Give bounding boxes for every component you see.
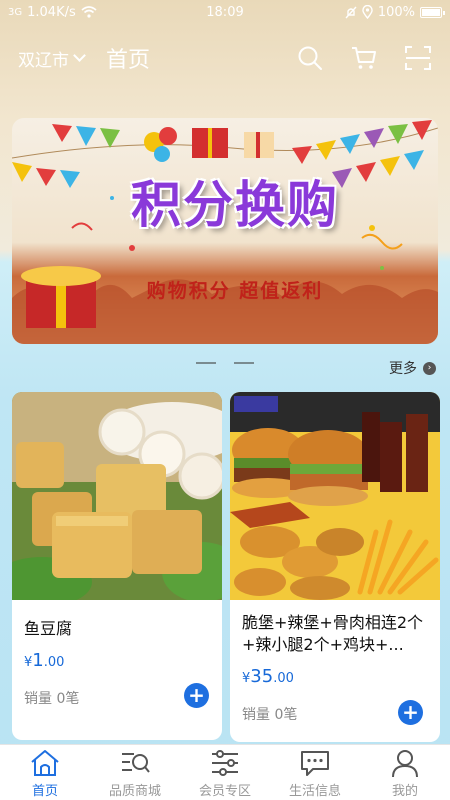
nav-label: 首页 bbox=[31, 783, 58, 799]
nav-label: 品质商城 bbox=[108, 783, 161, 799]
carousel-dot[interactable] bbox=[196, 362, 216, 364]
product-name: 脆堡+辣堡+骨肉相连2个+辣小腿2个+鸡块+... bbox=[242, 613, 423, 654]
tab-member[interactable]: 会员专区 bbox=[180, 747, 270, 799]
network-speed: 1.04K/s bbox=[27, 4, 76, 20]
top-header: 双辽市 首页 bbox=[0, 36, 450, 80]
product-name: 鱼豆腐 bbox=[24, 619, 73, 638]
message-icon bbox=[301, 750, 329, 776]
status-bar: 3G 1.04K/s 18:09 100% bbox=[0, 0, 450, 24]
battery-icon bbox=[420, 6, 445, 18]
location-icon bbox=[362, 5, 373, 19]
nav-label: 生活信息 bbox=[288, 783, 341, 799]
nav-label: 会员专区 bbox=[198, 783, 251, 799]
chevron-right-icon: › bbox=[423, 361, 436, 375]
add-to-cart-button[interactable]: + bbox=[184, 683, 209, 708]
banner-title: 积分换购 bbox=[131, 176, 339, 234]
battery-percent: 100% bbox=[377, 4, 415, 20]
tab-mine[interactable]: 我的 bbox=[360, 747, 450, 799]
bottom-nav: 首页 品质商城 会员专区 生活信息 我的 bbox=[0, 744, 450, 800]
more-link[interactable]: 更多 › bbox=[389, 358, 436, 378]
mute-icon bbox=[345, 6, 357, 18]
signal-icon: 3G bbox=[8, 6, 23, 18]
price-decimal: .00 bbox=[273, 671, 294, 686]
product-image bbox=[230, 392, 440, 600]
product-sales: 销量 0笔 bbox=[24, 691, 80, 707]
tab-mall[interactable]: 品质商城 bbox=[90, 747, 180, 799]
promo-banner[interactable]: 积分换购 购物积分 超值返利 bbox=[12, 118, 438, 344]
city-selector[interactable]: 双辽市 bbox=[18, 46, 86, 71]
user-icon bbox=[392, 749, 418, 777]
product-card[interactable]: 脆堡+辣堡+骨肉相连2个+辣小腿2个+鸡块+... ¥35.00 销量 0笔 + bbox=[230, 392, 440, 742]
carousel-dot[interactable] bbox=[234, 362, 254, 364]
tab-life-info[interactable]: 生活信息 bbox=[270, 747, 360, 799]
chevron-down-icon bbox=[73, 48, 86, 62]
home-icon bbox=[31, 749, 59, 776]
nav-label: 我的 bbox=[391, 783, 418, 799]
product-card[interactable]: 鱼豆腐 ¥1.00 销量 0笔 + bbox=[12, 392, 222, 740]
banner-subtitle: 购物积分 超值返利 bbox=[146, 280, 324, 302]
price-integer: 1 bbox=[32, 650, 44, 671]
mall-icon bbox=[122, 752, 150, 773]
more-label: 更多 bbox=[389, 361, 417, 377]
tab-home[interactable]: 首页 bbox=[0, 747, 90, 799]
wifi-icon bbox=[81, 6, 97, 18]
price-integer: 35 bbox=[250, 666, 274, 687]
product-sales: 销量 0笔 bbox=[242, 707, 298, 723]
search-icon[interactable] bbox=[296, 44, 324, 72]
member-icon bbox=[212, 749, 238, 776]
product-image bbox=[12, 392, 222, 600]
page-title: 首页 bbox=[106, 48, 151, 73]
cart-icon[interactable] bbox=[350, 44, 378, 72]
scan-icon[interactable] bbox=[404, 44, 432, 72]
add-to-cart-button[interactable]: + bbox=[398, 700, 423, 725]
carousel-indicators bbox=[196, 362, 254, 364]
product-price: ¥35.00 bbox=[230, 666, 440, 687]
city-name: 双辽市 bbox=[18, 50, 69, 71]
price-decimal: .00 bbox=[43, 655, 65, 670]
product-price: ¥1.00 bbox=[12, 650, 222, 671]
